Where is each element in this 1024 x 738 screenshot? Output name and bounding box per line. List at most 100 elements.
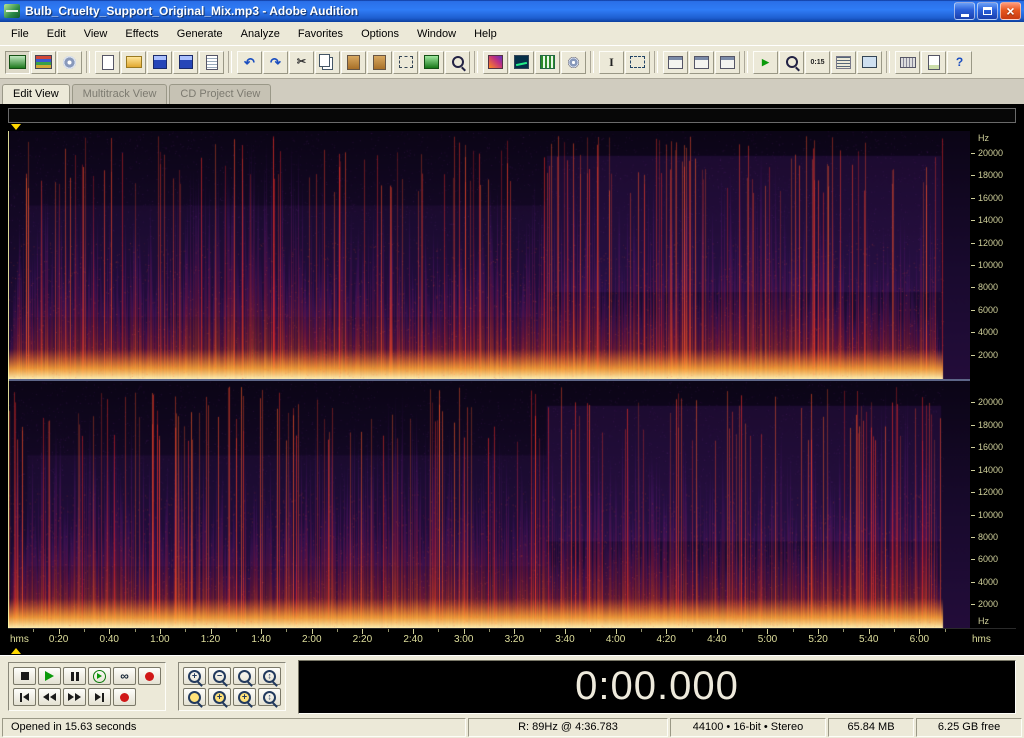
zoom-in-left-selection-button[interactable] — [208, 688, 231, 706]
help-button[interactable]: ? — [947, 51, 972, 74]
ruler-options-button[interactable] — [831, 51, 856, 74]
scripts-batch-button[interactable] — [921, 51, 946, 74]
zoom-to-selection-button[interactable] — [183, 688, 206, 706]
toolbar-separator — [228, 51, 232, 73]
copy-button[interactable] — [315, 51, 340, 74]
zoom-in-right-selection-button[interactable] — [233, 688, 256, 706]
save-as-button[interactable] — [173, 51, 198, 74]
organizer-window-button[interactable] — [663, 51, 688, 74]
mix-paste-button[interactable] — [367, 51, 392, 74]
frequency-label: 12000 — [978, 238, 1003, 248]
view-015-button[interactable]: 0:15 — [805, 51, 830, 74]
shortcuts-button[interactable] — [895, 51, 920, 74]
zoom-out-horizontal-button[interactable] — [208, 667, 231, 685]
fast-forward-button[interactable] — [63, 688, 86, 706]
zoom-out-vertical-button[interactable] — [258, 688, 281, 706]
spectrogram-right-channel[interactable] — [8, 381, 970, 629]
frequency-tick — [971, 198, 975, 199]
frequency-label: 8000 — [978, 532, 998, 542]
zoom-window-button[interactable] — [779, 51, 804, 74]
menu-options[interactable]: Options — [352, 25, 408, 43]
menu-view[interactable]: View — [75, 25, 117, 43]
ruler-tick — [286, 629, 287, 632]
play-to-end-button[interactable] — [88, 667, 111, 685]
go-to-end-button[interactable] — [88, 688, 111, 706]
minimize-button[interactable] — [954, 2, 975, 20]
menu-generate[interactable]: Generate — [168, 25, 232, 43]
open-file-button[interactable] — [121, 51, 146, 74]
menu-file[interactable]: File — [2, 25, 38, 43]
record-alt-icon — [120, 693, 129, 702]
spectral-view-button[interactable] — [483, 51, 508, 74]
redo-button[interactable]: ↷ — [263, 51, 288, 74]
status-item-0: Opened in 15.63 seconds — [2, 718, 466, 737]
cursor-marker-top[interactable] — [11, 124, 21, 130]
rewind-button[interactable] — [38, 688, 61, 706]
cursor-marker-bottom[interactable] — [11, 648, 21, 654]
ruler-tick — [33, 629, 34, 632]
stop-button[interactable] — [13, 667, 36, 685]
convert-sample-type-button[interactable] — [419, 51, 444, 74]
overview-scroll-bar[interactable] — [8, 108, 1016, 123]
files-panel-button[interactable] — [689, 51, 714, 74]
menu-effects[interactable]: Effects — [116, 25, 167, 43]
marquee-selection-tool-button[interactable] — [625, 51, 650, 74]
status-options-button[interactable] — [857, 51, 882, 74]
ruler-tick — [388, 629, 389, 632]
marquee-selection-tool-icon — [630, 56, 645, 68]
play-normal-button[interactable]: ▶ — [753, 51, 778, 74]
maximize-button[interactable] — [977, 2, 998, 20]
spectrogram-left-channel[interactable] — [8, 131, 970, 379]
frequency-scale-right[interactable]: Hz20000180001600014000120001000080006000… — [970, 381, 1016, 629]
frequency-analysis-button[interactable] — [509, 51, 534, 74]
crop-button[interactable] — [393, 51, 418, 74]
pause-button[interactable] — [63, 667, 86, 685]
effects-panel-button[interactable] — [715, 51, 740, 74]
frequency-label: 14000 — [978, 465, 1003, 475]
toolbar-separator — [590, 51, 594, 73]
cut-button[interactable]: ✂ — [289, 51, 314, 74]
play-button[interactable] — [38, 667, 61, 685]
frequency-label: 10000 — [978, 510, 1003, 520]
multitrack-view-button[interactable] — [31, 51, 56, 74]
frequency-scale-left[interactable]: Hz20000180001600014000120001000080006000… — [970, 131, 1016, 379]
file-info-icon — [206, 55, 218, 70]
new-file-button[interactable] — [95, 51, 120, 74]
cd-from-session-button[interactable] — [561, 51, 586, 74]
close-button[interactable]: × — [1000, 2, 1021, 20]
menu-favorites[interactable]: Favorites — [289, 25, 352, 43]
find-beats-button[interactable] — [445, 51, 470, 74]
zoom-in-horizontal-button[interactable] — [183, 667, 206, 685]
play-looped-button[interactable]: ∞ — [113, 667, 136, 685]
zoom-in-vertical-button[interactable] — [258, 667, 281, 685]
tab-edit-view[interactable]: Edit View — [2, 84, 70, 104]
file-info-button[interactable] — [199, 51, 224, 74]
ruler-unit-right: hms — [972, 634, 991, 645]
ruler-corner: hms — [970, 629, 1016, 647]
edit-view-button[interactable] — [5, 51, 30, 74]
files-panel-icon — [694, 56, 709, 69]
save-file-button[interactable] — [147, 51, 172, 74]
menu-window[interactable]: Window — [408, 25, 465, 43]
time-ruler[interactable]: hms 0:200:401:001:201:402:002:202:403:00… — [8, 629, 970, 647]
go-to-beginning-button[interactable] — [13, 688, 36, 706]
menu-edit[interactable]: Edit — [38, 25, 75, 43]
play-icon — [45, 671, 54, 681]
fast-forward-icon — [68, 693, 74, 701]
paste-button[interactable] — [341, 51, 366, 74]
undo-button[interactable]: ↶ — [237, 51, 262, 74]
menu-help[interactable]: Help — [465, 25, 506, 43]
record-button[interactable] — [138, 667, 161, 685]
find-beats-icon — [452, 56, 464, 68]
group-waveform-normalize-button[interactable] — [535, 51, 560, 74]
menu-analyze[interactable]: Analyze — [232, 25, 289, 43]
zoom-full-button[interactable] — [233, 667, 256, 685]
toolbar-separator — [886, 51, 890, 73]
tab-cd-project-view[interactable]: CD Project View — [169, 84, 271, 104]
time-selection-tool-button[interactable]: I — [599, 51, 624, 74]
ruler-label: 0:20 — [49, 634, 68, 645]
tab-multitrack-view[interactable]: Multitrack View — [72, 84, 168, 104]
zoom-in-left-selection-icon — [213, 691, 226, 704]
record-alt-button[interactable] — [113, 688, 136, 706]
cd-project-button[interactable] — [57, 51, 82, 74]
